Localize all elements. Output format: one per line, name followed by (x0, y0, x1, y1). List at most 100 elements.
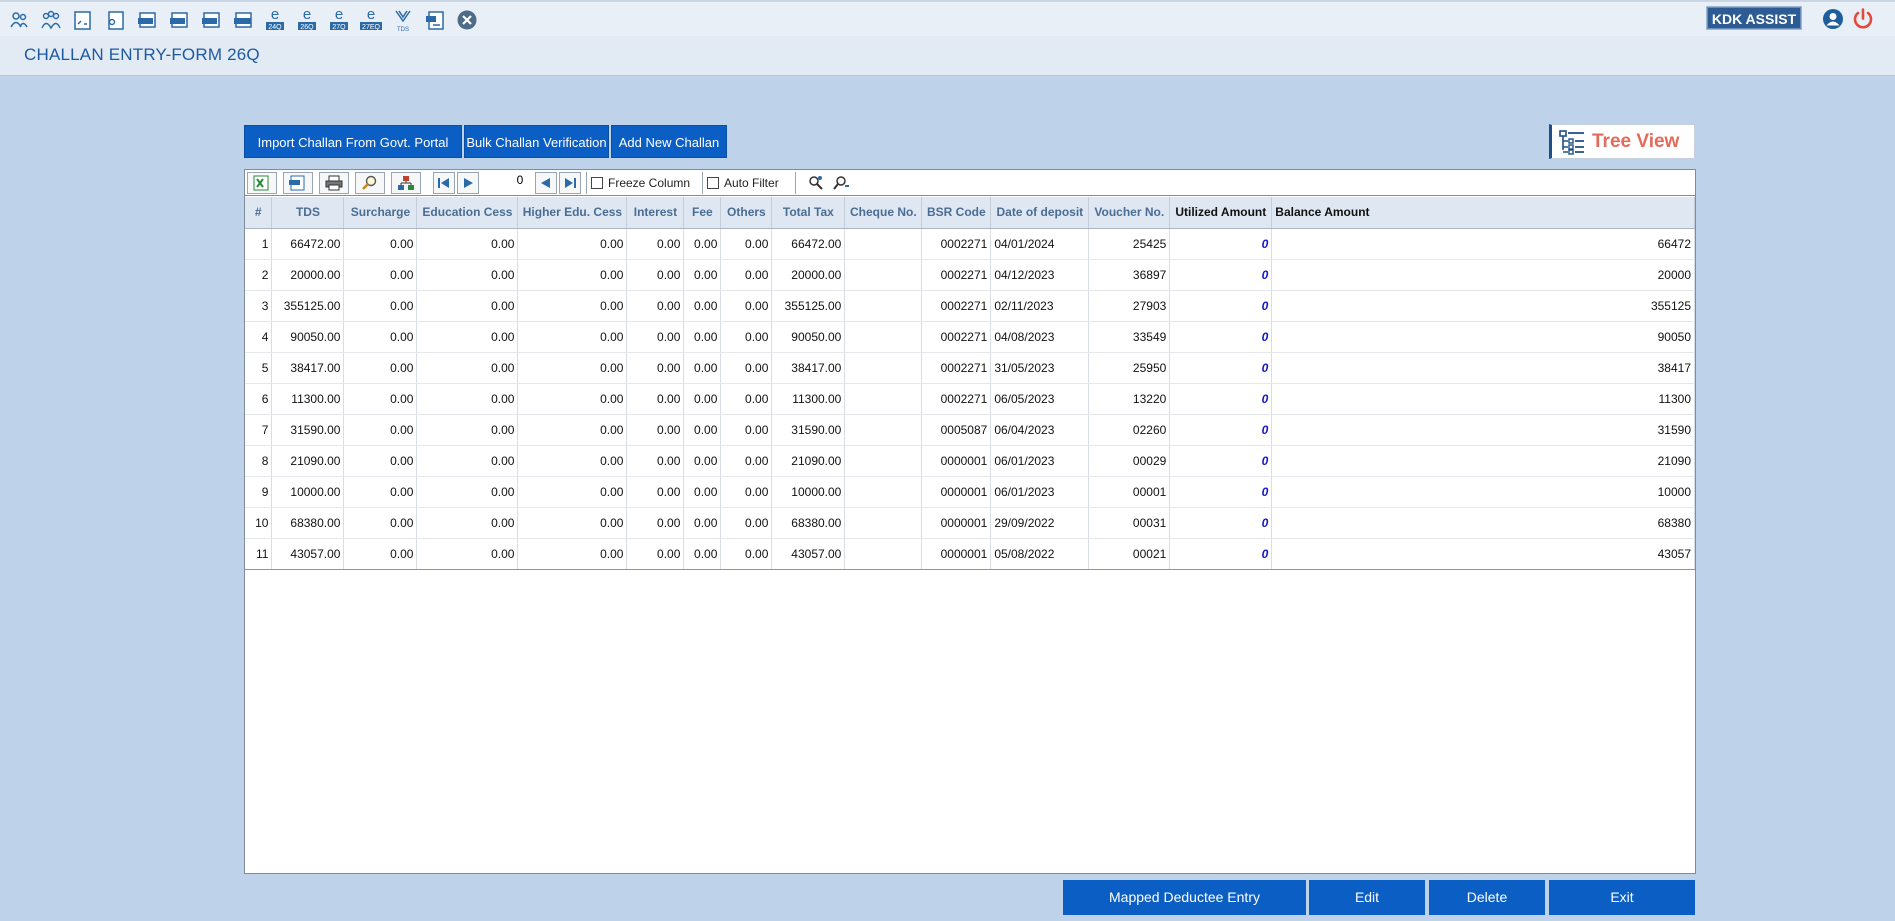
table-cell[interactable]: 0.00 (626, 259, 685, 291)
column-header[interactable]: Utilized Amount (1169, 197, 1273, 229)
table-cell[interactable]: 0002271 (921, 228, 992, 260)
table-cell[interactable]: 0.00 (416, 538, 519, 570)
table-cell[interactable]: 90050.00 (271, 321, 345, 353)
column-header[interactable]: Surcharge (343, 197, 418, 229)
table-cell[interactable]: 10000.00 (271, 476, 345, 508)
table-row[interactable]: 7 31590.00 0.00 0.00 0.00 0.00 0.00 0.00 31590.0… (245, 414, 1695, 446)
table-cell[interactable]: 4 (245, 321, 273, 353)
table-cell[interactable]: 0.00 (683, 352, 722, 384)
table-cell[interactable]: 0.00 (517, 445, 628, 477)
table-cell[interactable]: 0.00 (517, 507, 628, 539)
table-cell[interactable]: 02260 (1088, 414, 1171, 446)
column-header[interactable]: Cheque No. (844, 197, 923, 229)
table-row[interactable]: 10 68380.00 0.00 0.00 0.00 0.00 0.00 0.00 68380.… (245, 507, 1695, 539)
table-cell[interactable]: 0.00 (416, 290, 519, 322)
table-cell[interactable]: 0.00 (683, 228, 722, 260)
table-cell[interactable]: 0.00 (626, 538, 685, 570)
table-cell[interactable]: 9 (245, 476, 273, 508)
column-header[interactable]: Total Tax (771, 197, 846, 229)
table-cell[interactable]: 0.00 (683, 259, 722, 291)
table-cell[interactable] (844, 352, 923, 384)
kdk-assist-button[interactable]: KDK ASSIST (1706, 6, 1802, 30)
table-cell[interactable]: 0 (1169, 321, 1273, 353)
table-cell[interactable]: 6 (245, 383, 273, 415)
table-cell[interactable]: 0.00 (626, 507, 685, 539)
table-cell[interactable]: 7 (245, 414, 273, 446)
exit-button[interactable]: Exit (1549, 880, 1695, 915)
power-icon[interactable] (1851, 7, 1875, 36)
table-cell[interactable]: 355125 (1271, 290, 1695, 322)
e27q-icon[interactable]: e 27Q (324, 7, 353, 33)
auto-filter-toggle[interactable]: Auto Filter (702, 172, 796, 194)
delete-button[interactable]: Delete (1429, 880, 1545, 915)
table-cell[interactable]: 31/05/2023 (990, 352, 1090, 384)
table-cell[interactable]: 0000001 (921, 445, 992, 477)
table-cell[interactable]: 10000 (1271, 476, 1695, 508)
table-cell[interactable]: 0.00 (720, 321, 773, 353)
search-icon[interactable] (355, 172, 385, 194)
table-cell[interactable]: 06/04/2023 (990, 414, 1090, 446)
table-cell[interactable]: 3 (245, 290, 273, 322)
table-cell[interactable]: 00029 (1088, 445, 1171, 477)
table-cell[interactable]: 38417.00 (771, 352, 846, 384)
find-next-icon[interactable] (831, 172, 853, 194)
table-cell[interactable]: 0.00 (683, 507, 722, 539)
table-cell[interactable]: 8 (245, 445, 273, 477)
form-27q-icon[interactable] (196, 7, 225, 33)
table-cell[interactable]: 0.00 (343, 414, 418, 446)
table-row[interactable]: 1 66472.00 0.00 0.00 0.00 0.00 0.00 0.00 66472.0… (245, 228, 1695, 260)
table-cell[interactable]: 0.00 (626, 290, 685, 322)
table-cell[interactable] (844, 476, 923, 508)
table-cell[interactable]: 00001 (1088, 476, 1171, 508)
column-header[interactable]: Higher Edu. Cess (517, 197, 628, 229)
column-header[interactable]: Others (720, 197, 773, 229)
table-cell[interactable]: 33549 (1088, 321, 1171, 353)
table-cell[interactable]: 90050.00 (771, 321, 846, 353)
last-record-icon[interactable] (559, 172, 581, 194)
table-cell[interactable]: 06/01/2023 (990, 476, 1090, 508)
table-cell[interactable]: 0.00 (416, 321, 519, 353)
table-cell[interactable]: 25950 (1088, 352, 1171, 384)
column-header[interactable]: Balance Amount (1271, 197, 1695, 229)
table-cell[interactable]: 0.00 (626, 383, 685, 415)
table-cell[interactable]: 0.00 (416, 383, 519, 415)
table-cell[interactable]: 66472.00 (771, 228, 846, 260)
table-cell[interactable]: 66472.00 (271, 228, 345, 260)
table-cell[interactable]: 68380.00 (271, 507, 345, 539)
table-cell[interactable]: 13220 (1088, 383, 1171, 415)
table-cell[interactable]: 0 (1169, 538, 1273, 570)
table-cell[interactable]: 0.00 (626, 321, 685, 353)
document-icon[interactable] (420, 7, 449, 33)
table-cell[interactable]: 11 (245, 538, 273, 570)
column-header[interactable]: Voucher No. (1088, 197, 1171, 229)
table-cell[interactable]: 0.00 (720, 383, 773, 415)
tree-view-button[interactable]: Tree View (1549, 124, 1695, 159)
table-cell[interactable]: 0.00 (517, 228, 628, 260)
csv-export-icon[interactable] (283, 172, 313, 194)
table-cell[interactable]: 0.00 (683, 476, 722, 508)
table-cell[interactable]: 0.00 (626, 476, 685, 508)
freeze-column-toggle[interactable]: Freeze Column (586, 172, 698, 194)
tds-icon[interactable]: TDS (388, 7, 417, 33)
table-cell[interactable]: 0.00 (517, 352, 628, 384)
table-cell[interactable]: 31590.00 (271, 414, 345, 446)
table-cell[interactable]: 0 (1169, 290, 1273, 322)
table-cell[interactable]: 0.00 (517, 414, 628, 446)
table-cell[interactable]: 0.00 (517, 476, 628, 508)
table-cell[interactable]: 43057.00 (771, 538, 846, 570)
table-cell[interactable]: 43057 (1271, 538, 1695, 570)
table-cell[interactable]: 0.00 (626, 228, 685, 260)
import-challan-button[interactable]: Import Challan From Govt. Portal (244, 125, 462, 158)
table-cell[interactable]: 00021 (1088, 538, 1171, 570)
table-cell[interactable]: 0002271 (921, 352, 992, 384)
table-cell[interactable]: 36897 (1088, 259, 1171, 291)
form-26q-icon[interactable] (164, 7, 193, 33)
find-user-icon[interactable] (805, 172, 827, 194)
table-cell[interactable]: 0.00 (416, 352, 519, 384)
freeze-column-checkbox[interactable] (591, 177, 603, 189)
user-profile-icon[interactable] (1822, 8, 1844, 35)
table-cell[interactable]: 68380.00 (771, 507, 846, 539)
table-cell[interactable]: 0.00 (343, 259, 418, 291)
form-27eq-icon[interactable] (228, 7, 257, 33)
table-cell[interactable]: 0.00 (416, 445, 519, 477)
